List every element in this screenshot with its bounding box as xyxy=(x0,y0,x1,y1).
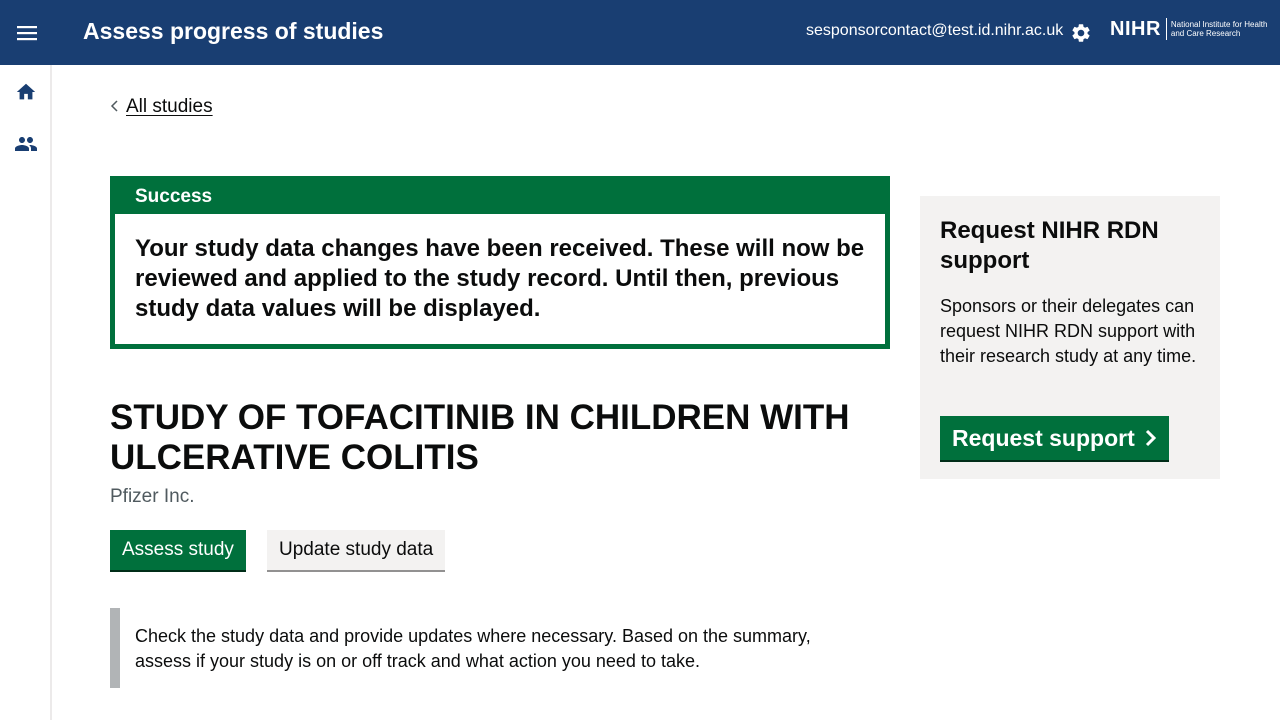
chevron-left-icon xyxy=(110,99,118,116)
support-panel: Request NIHR RDN support Sponsors or the… xyxy=(920,196,1220,479)
hamburger-menu-icon[interactable] xyxy=(8,14,46,52)
banner-title: Success xyxy=(135,186,213,207)
assess-study-button[interactable]: Assess study xyxy=(110,530,246,570)
study-sponsor: Pfizer Inc. xyxy=(110,486,195,507)
banner-message: Your study data changes have been receiv… xyxy=(115,214,885,344)
user-email: sesponsorcontact@test.id.nihr.ac.uk xyxy=(806,22,1064,39)
home-icon[interactable] xyxy=(12,78,40,106)
back-link-label: All studies xyxy=(126,96,213,117)
study-title: STUDY OF TOFACITINIB IN CHILDREN WITH UL… xyxy=(110,398,850,477)
request-support-button[interactable]: Request support xyxy=(940,416,1169,460)
app-title: Assess progress of studies xyxy=(83,18,384,44)
request-support-label: Request support xyxy=(952,425,1135,451)
logo-text: National Institute for Health and Care R… xyxy=(1170,20,1268,38)
inset-text: Check the study data and provide updates… xyxy=(110,608,870,688)
update-study-data-button[interactable]: Update study data xyxy=(267,530,446,570)
users-icon[interactable] xyxy=(12,130,40,158)
support-panel-title: Request NIHR RDN support xyxy=(940,217,1159,274)
logo-mark: NIHR xyxy=(1110,18,1167,40)
chevron-right-icon xyxy=(1145,429,1157,447)
gear-icon[interactable] xyxy=(1067,19,1095,47)
back-link-all-studies[interactable]: All studies xyxy=(110,96,213,118)
header-bar: Assess progress of studies sesponsorcont… xyxy=(0,0,1280,65)
nihr-logo[interactable]: NIHR National Institute for Health and C… xyxy=(1110,18,1277,40)
success-banner: Success Your study data changes have bee… xyxy=(110,176,890,349)
support-panel-body: Sponsors or their delegates can request … xyxy=(940,296,1197,366)
sidebar xyxy=(0,65,52,720)
